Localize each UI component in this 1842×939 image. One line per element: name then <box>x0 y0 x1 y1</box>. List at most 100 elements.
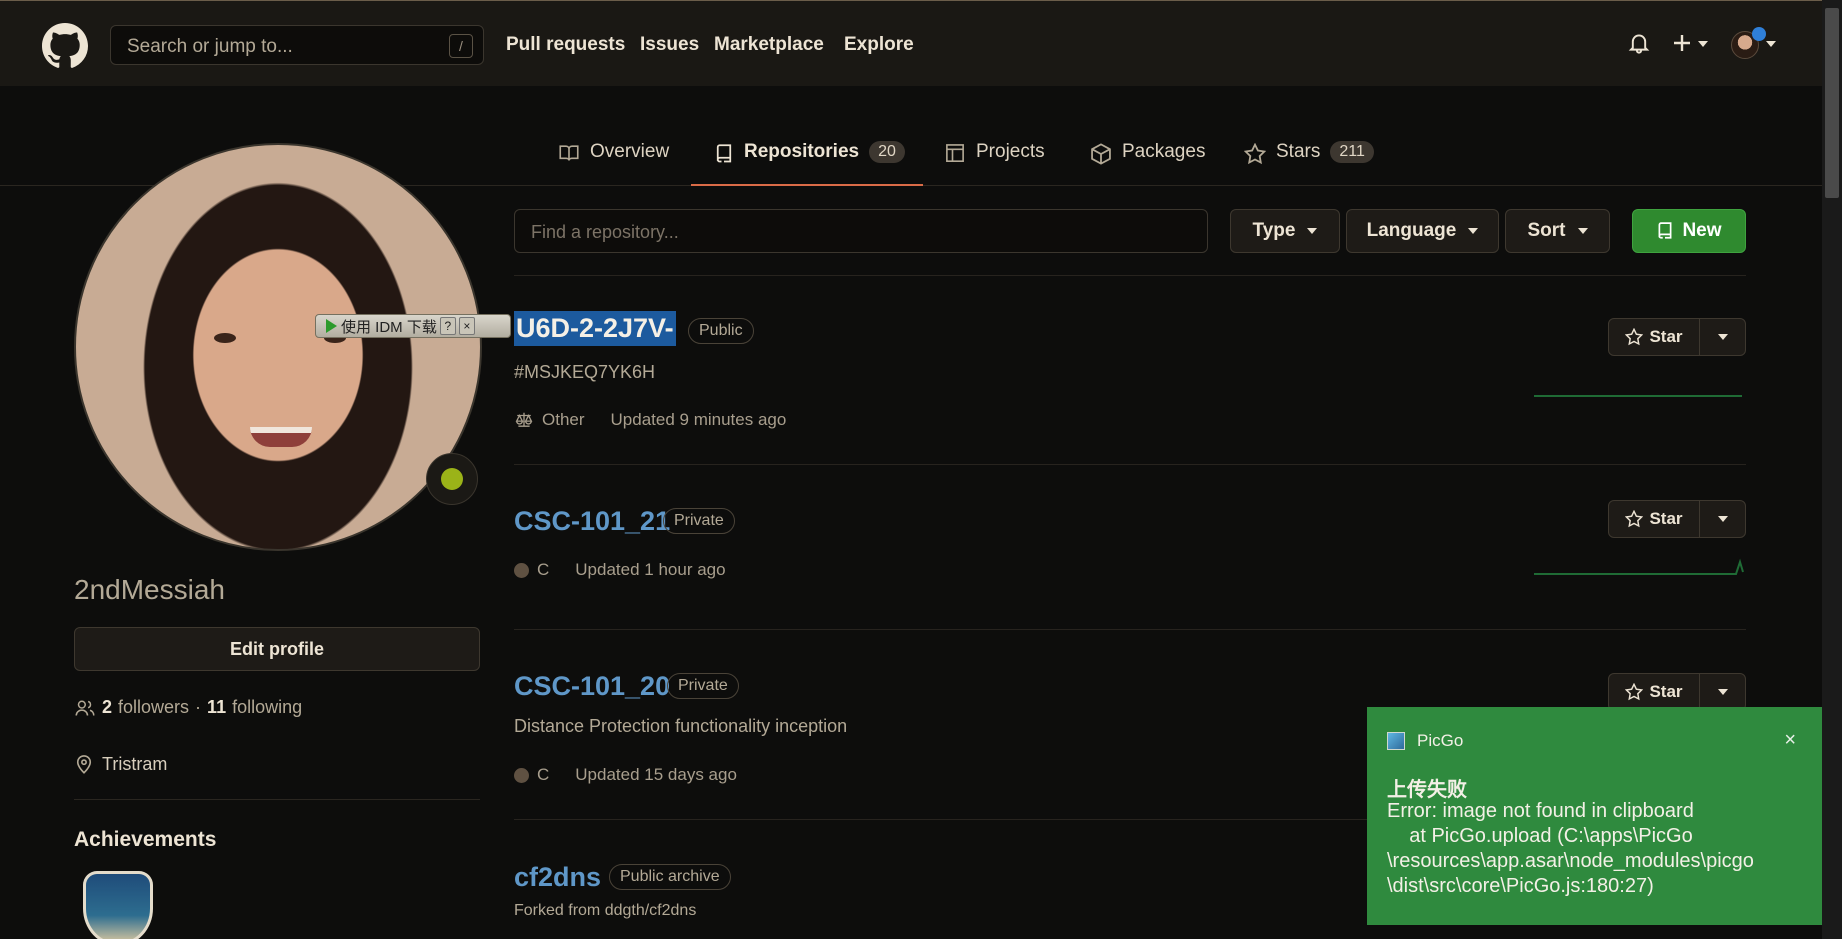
github-logo-icon[interactable] <box>42 23 88 69</box>
type-filter-button[interactable]: Type <box>1230 209 1340 253</box>
repo-updated: Updated 1 hour ago <box>575 560 726 579</box>
followers-count[interactable]: 2 <box>102 697 112 718</box>
language-color-dot <box>514 562 529 578</box>
new-label: New <box>1682 220 1722 241</box>
follow-stats: 2 followers · 11 following <box>74 697 302 718</box>
idm-close-button[interactable]: × <box>458 317 475 335</box>
profile-avatar[interactable] <box>74 143 482 551</box>
tab-packages[interactable]: Packages <box>1090 141 1205 186</box>
repo-visibility-badge: Private <box>667 673 739 699</box>
play-icon <box>326 319 337 333</box>
location-text: Tristram <box>102 753 168 774</box>
repo-meta: C Updated 15 days ago <box>514 765 737 785</box>
star-list-dropdown[interactable] <box>1699 500 1746 538</box>
nav-marketplace[interactable]: Marketplace <box>714 34 824 56</box>
achievement-badge-icon[interactable] <box>83 871 153 939</box>
star-button-group: Star <box>1608 318 1746 356</box>
global-header: Search or jump to... / Pull requests Iss… <box>0 0 1822 86</box>
repo-language: C <box>537 765 550 784</box>
repo-license[interactable]: Other <box>542 410 585 430</box>
star-list-dropdown[interactable] <box>1699 673 1746 711</box>
star-button-group: Star <box>1608 673 1746 711</box>
tab-label: Projects <box>976 141 1045 162</box>
chevron-down-icon <box>1717 689 1728 695</box>
tab-label: Packages <box>1122 141 1206 162</box>
profile-username: 2ndMessiah <box>74 574 225 605</box>
language-label: Language <box>1366 220 1457 241</box>
star-icon <box>1244 143 1266 165</box>
repo-meta: Other Updated 9 minutes ago <box>514 410 786 430</box>
repo-name-link[interactable]: CSC-101_20 <box>514 671 670 702</box>
star-button-group: Star <box>1608 500 1746 538</box>
idm-download-bar[interactable]: 使用 IDM 下载 ? × <box>315 314 511 338</box>
followers-link[interactable]: followers <box>118 697 189 718</box>
avatar-chevron-down-icon[interactable] <box>1764 31 1778 55</box>
star-button[interactable]: Star <box>1608 673 1700 711</box>
nav-issues[interactable]: Issues <box>640 34 699 56</box>
language-filter-button[interactable]: Language <box>1346 209 1499 253</box>
star-icon <box>1625 683 1644 701</box>
activity-sparkline <box>1534 395 1742 397</box>
sick-face-icon <box>441 468 463 490</box>
sort-filter-button[interactable]: Sort <box>1505 209 1610 253</box>
star-button[interactable]: Star <box>1608 500 1700 538</box>
achievements-heading[interactable]: Achievements <box>74 828 216 852</box>
chevron-down-icon <box>1468 228 1479 234</box>
stars-count: 211 <box>1330 141 1374 163</box>
repo-icon <box>1658 222 1672 239</box>
repo-description: #MSJKEQ7YK6H <box>514 362 656 382</box>
location-pin-icon <box>76 755 92 774</box>
plus-dropdown-icon[interactable] <box>1672 31 1712 55</box>
people-icon <box>75 699 95 716</box>
scrollbar-thumb[interactable] <box>1825 8 1839 198</box>
search-placeholder: Search or jump to... <box>127 36 293 57</box>
star-button[interactable]: Star <box>1608 318 1700 356</box>
find-repository-input[interactable]: Find a repository... <box>514 209 1208 253</box>
bell-icon[interactable] <box>1628 31 1650 55</box>
page-scrollbar[interactable] <box>1822 0 1842 939</box>
tab-label: Repositories <box>744 141 860 162</box>
edit-profile-button[interactable]: Edit profile <box>74 627 480 671</box>
avatar-eye-left <box>214 333 236 343</box>
follow-separator: · <box>195 697 202 717</box>
picgo-notification[interactable]: PicGo × 上传失败 Error: image not found in c… <box>1367 707 1822 925</box>
repo-updated: Updated 9 minutes ago <box>610 410 787 429</box>
find-repository-placeholder: Find a repository... <box>531 222 679 242</box>
tab-repositories[interactable]: Repositories 20 <box>691 141 923 186</box>
repo-visibility-badge: Public <box>688 318 754 344</box>
chevron-down-icon <box>1577 228 1588 234</box>
following-count[interactable]: 11 <box>207 697 226 718</box>
repo-divider <box>514 275 1746 276</box>
picgo-app-icon <box>1387 732 1405 750</box>
idm-help-button[interactable]: ? <box>439 317 456 335</box>
avatar-mouth <box>250 427 312 447</box>
repo-name-link[interactable]: CSC-101_21 <box>514 506 670 537</box>
nav-explore[interactable]: Explore <box>844 34 914 56</box>
following-link[interactable]: following <box>232 697 302 718</box>
star-label: Star <box>1649 509 1683 528</box>
package-icon <box>1091 143 1111 165</box>
notification-close-button[interactable]: × <box>1784 729 1796 752</box>
new-repository-button[interactable]: New <box>1632 209 1746 253</box>
repo-updated: Updated 15 days ago <box>575 765 737 784</box>
tab-stars[interactable]: Stars 211 <box>1244 141 1374 186</box>
global-search[interactable]: Search or jump to... / <box>110 25 484 65</box>
star-icon <box>1625 328 1644 346</box>
repo-name-link[interactable]: U6D-2-2J7V- <box>514 311 676 346</box>
table-icon <box>946 144 964 162</box>
idm-download-label[interactable]: 使用 IDM 下载 <box>341 316 437 337</box>
repo-name-link[interactable]: cf2dns <box>514 862 601 893</box>
tab-projects[interactable]: Projects <box>944 141 1045 186</box>
book-icon <box>559 145 579 161</box>
repo-language: C <box>537 560 550 579</box>
type-label: Type <box>1252 220 1296 241</box>
tab-overview[interactable]: Overview <box>558 141 669 186</box>
notification-title: 上传失败 <box>1387 779 1467 801</box>
repo-divider <box>514 629 1746 630</box>
profile-location: Tristram <box>74 753 167 775</box>
repo-fork-source[interactable]: Forked from ddgth/cf2dns <box>514 902 696 920</box>
nav-pull-requests[interactable]: Pull requests <box>506 34 625 56</box>
status-emoji-button[interactable] <box>426 453 478 505</box>
repo-divider <box>514 464 1746 465</box>
star-list-dropdown[interactable] <box>1699 318 1746 356</box>
